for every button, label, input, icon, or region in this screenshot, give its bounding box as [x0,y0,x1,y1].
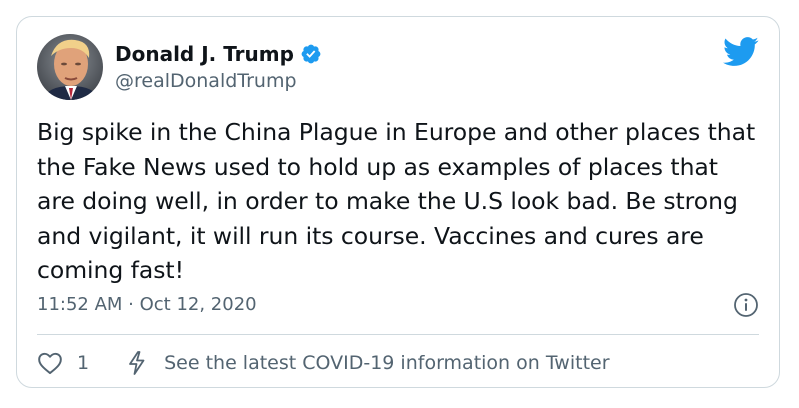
avatar[interactable] [37,34,103,100]
lightning-bolt-icon [126,350,148,376]
covid-info-link[interactable]: See the latest COVID-19 information on T… [164,352,609,374]
tweet-card[interactable]: Donald J. Trump @realDonaldTrump Big spi… [16,16,780,388]
tweet-timestamp[interactable]: 11:52 AM · Oct 12, 2020 [37,293,257,317]
heart-icon[interactable] [37,351,63,375]
verified-badge-icon [300,43,322,65]
tweet-text: Big spike in the China Plague in Europe … [37,118,756,284]
author-display-name[interactable]: Donald J. Trump [115,42,294,66]
divider [37,334,759,335]
twitter-bird-icon[interactable] [723,37,759,67]
author-handle[interactable]: @realDonaldTrump [115,69,297,93]
author-name-row[interactable]: Donald J. Trump [115,42,322,66]
info-icon[interactable] [733,292,759,318]
like-count[interactable]: 1 [77,352,89,374]
tweet-actions: 1 See the latest COVID-19 information on… [37,349,610,377]
